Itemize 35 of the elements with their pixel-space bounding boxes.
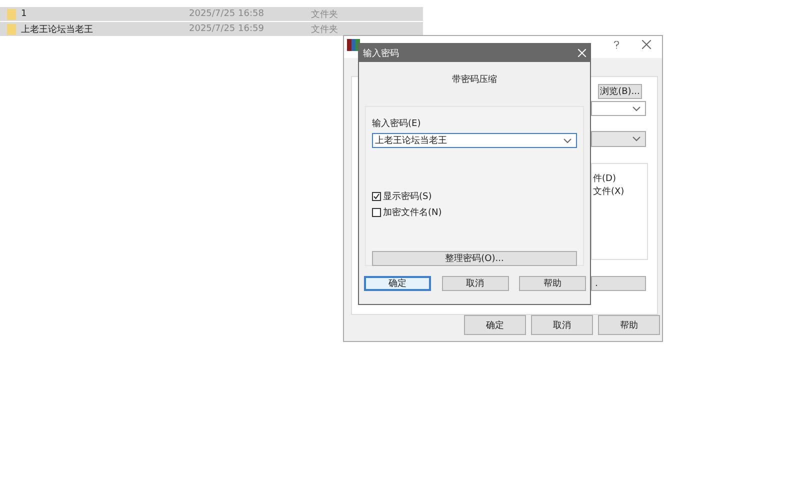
checkbox-label: 加密文件名(N) (383, 206, 442, 219)
checkbox[interactable] (372, 208, 381, 217)
organize-passwords-button[interactable]: 整理密码(O)... (372, 251, 577, 266)
file-date: 2025/7/25 16:58 (189, 9, 265, 19)
folder-icon (7, 8, 16, 20)
file-row[interactable]: 上老王论坛当老王 2025/7/25 16:59 文件夹 (0, 22, 423, 36)
close-icon[interactable] (642, 40, 651, 49)
file-row[interactable]: 1 2025/7/25 16:58 文件夹 (0, 7, 423, 21)
checkbox-label: 显示密码(S) (383, 190, 432, 203)
checkbox[interactable] (372, 192, 381, 201)
dialog-button[interactable]: 帮助 (598, 315, 660, 335)
folder-icon (7, 24, 16, 34)
chevron-down-icon (632, 136, 641, 142)
action-button[interactable]: . (591, 276, 646, 291)
file-name: 1 (21, 9, 28, 19)
file-type: 文件夹 (311, 24, 338, 36)
dialog-button[interactable]: 确定 (464, 315, 526, 335)
dialog-button[interactable]: 确定 (364, 276, 431, 291)
help-icon[interactable] (614, 41, 619, 49)
browse-button[interactable]: 浏览(B)... (598, 84, 642, 99)
dialog-title: 输入密码 (363, 48, 399, 60)
file-date: 2025/7/25 16:59 (189, 24, 265, 34)
app-icon (347, 39, 360, 51)
dialog-button[interactable]: 取消 (442, 276, 508, 291)
password-field[interactable]: 上老王论坛当老王 (372, 133, 577, 148)
option-label: 件(D) (593, 172, 616, 185)
chevron-down-icon (632, 106, 641, 112)
file-name: 上老王论坛当老王 (21, 24, 94, 36)
dialog-heading: 带密码压缩 (451, 74, 498, 86)
dialog-button[interactable]: 取消 (531, 315, 593, 335)
dialog-button[interactable]: 帮助 (519, 276, 586, 291)
option-label: 文件(X) (593, 186, 624, 198)
password-label: 输入密码(E) (372, 118, 422, 130)
chevron-down-icon (563, 138, 572, 144)
file-type: 文件夹 (311, 8, 338, 20)
